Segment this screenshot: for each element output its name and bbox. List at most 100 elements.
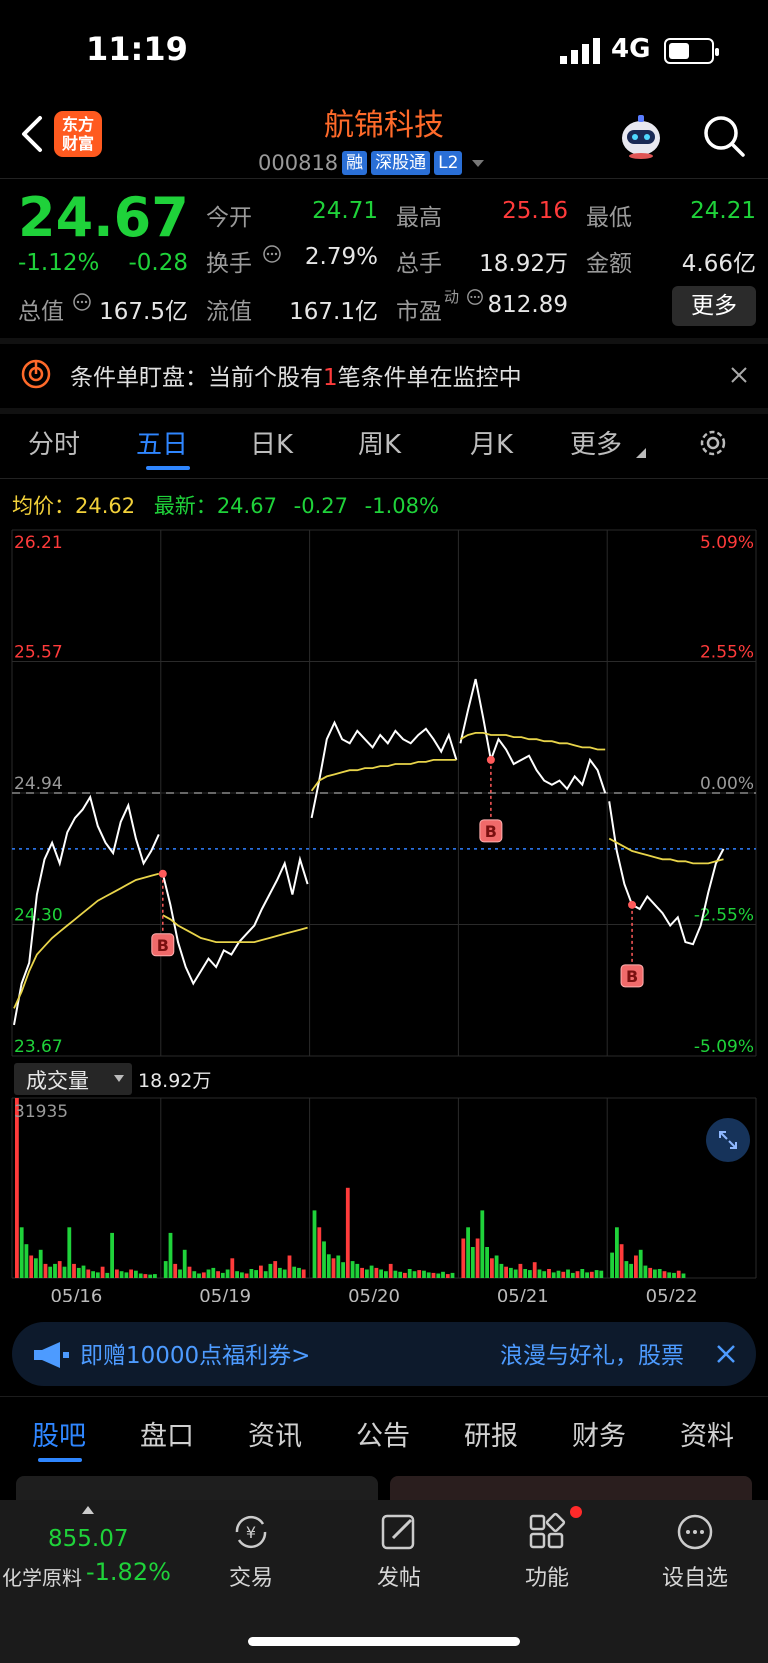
nav-trade[interactable]: ¥ 交易: [196, 1510, 306, 1592]
volume-bar: [268, 1263, 273, 1278]
volume-selector[interactable]: 成交量: [14, 1063, 132, 1095]
info-icon[interactable]: [262, 244, 282, 264]
close-icon[interactable]: [730, 366, 748, 384]
low-value: 24.21: [690, 198, 756, 224]
volume-bar: [182, 1249, 187, 1278]
network-label: 4G: [611, 34, 651, 64]
volume-bar: [422, 1270, 426, 1278]
index-value[interactable]: 855.07: [48, 1526, 128, 1552]
tab-daily-k[interactable]: 日K: [250, 424, 293, 461]
caret-icon: [636, 448, 646, 458]
tab-news[interactable]: 资讯: [248, 1414, 302, 1453]
alert-suffix: 笔条件单在监控中: [337, 365, 522, 391]
volume-bar: [570, 1272, 575, 1278]
volume-bar: [15, 1098, 19, 1278]
condition-alert-bar[interactable]: 条件单盯盘：当前个股有1笔条件单在监控中: [0, 344, 768, 408]
volume-bar: [24, 1244, 29, 1278]
divider: [0, 178, 768, 179]
avg-price-line: [162, 914, 308, 943]
caret-down-icon: [472, 159, 485, 167]
volume-bar: [480, 1210, 485, 1278]
five-day-chart[interactable]: 26.21 25.57 24.94 24.30 23.67 5.09% 2.55% 0.00%…: [0, 490, 768, 1302]
volume-bar: [105, 1272, 110, 1278]
tab-underline: [38, 1458, 82, 1462]
tab-intraday[interactable]: 分时: [28, 424, 80, 461]
volume-bar: [301, 1269, 306, 1278]
nav-watchlist-label: 设自选: [661, 1566, 728, 1591]
tab-weekly-k[interactable]: 周K: [358, 424, 401, 461]
volume-bar: [29, 1255, 34, 1278]
volume-bar: [297, 1267, 301, 1278]
more-button[interactable]: 更多: [672, 286, 756, 326]
tab-research[interactable]: 研报: [464, 1414, 518, 1453]
promo-banner[interactable]: 即赠10000点福利券> 浪漫与好礼，股票: [12, 1322, 756, 1386]
price-line: [161, 855, 309, 986]
nav-post[interactable]: 发帖: [344, 1510, 454, 1592]
volume-bar: [379, 1269, 383, 1278]
volume-bar: [360, 1267, 364, 1278]
day-tick-label: 05/22: [646, 1286, 698, 1302]
turnover-value: 2.79%: [304, 244, 378, 270]
tab-more[interactable]: 更多: [570, 424, 622, 461]
tab-financials[interactable]: 财务: [572, 1414, 626, 1453]
volume-bar: [317, 1227, 322, 1278]
volume-bar: [53, 1263, 57, 1278]
volume-bar: [34, 1258, 38, 1278]
volume-bar: [681, 1273, 686, 1278]
nav-functions[interactable]: 功能: [492, 1510, 602, 1592]
tab-order-book[interactable]: 盘口: [140, 1414, 194, 1453]
pct-tick-label: -5.09%: [694, 1037, 754, 1057]
volume-bar: [417, 1270, 422, 1278]
info-icon[interactable]: [72, 292, 92, 312]
volume-bar: [72, 1263, 76, 1278]
current-price: 24.67: [18, 186, 189, 249]
volume-bar: [513, 1269, 518, 1278]
nav-watchlist[interactable]: 设自选: [640, 1510, 750, 1592]
volume-bar: [575, 1271, 580, 1278]
volume-bar: [76, 1267, 81, 1278]
search-icon[interactable]: [702, 114, 746, 158]
float-value: 167.1亿: [289, 299, 378, 325]
target-icon: [21, 359, 51, 389]
notification-dot: [570, 1506, 582, 1518]
expand-icon: [719, 1131, 737, 1149]
volume-value: 18.92万: [479, 251, 568, 277]
pct-tick-label: 5.09%: [700, 533, 754, 553]
day-tick-label: 05/16: [50, 1286, 102, 1302]
volume-bar: [436, 1273, 441, 1278]
volume-bar: [230, 1258, 235, 1278]
volume-bar: [403, 1272, 407, 1278]
day-tick-label: 05/20: [348, 1286, 400, 1302]
tag-connect: 深股通: [371, 151, 431, 175]
index-name[interactable]: 化学原料: [2, 1562, 82, 1591]
volume-bar: [556, 1270, 561, 1278]
volume-bar: [259, 1265, 263, 1278]
buy-marker-label: B: [626, 967, 638, 986]
volume-bar: [95, 1272, 100, 1278]
stock-code-row[interactable]: 000818 融 深股通 L2: [258, 148, 485, 178]
volume-bar: [518, 1263, 523, 1278]
tag-level2: L2: [434, 151, 463, 175]
volume-bar: [67, 1227, 72, 1278]
index-pct[interactable]: -1.82%: [86, 1558, 171, 1586]
volume-bar: [148, 1274, 153, 1278]
volume-bar: [619, 1244, 624, 1278]
volume-bar: [585, 1272, 589, 1278]
gear-icon[interactable]: [696, 426, 730, 460]
tab-monthly-k[interactable]: 月K: [470, 424, 513, 461]
volume-bar: [653, 1269, 657, 1278]
expand-button[interactable]: [706, 1118, 750, 1162]
volume-bar: [615, 1227, 619, 1278]
volume-bar: [610, 1252, 614, 1278]
close-icon[interactable]: [716, 1344, 736, 1364]
pct-tick-label: 0.00%: [700, 774, 754, 794]
volume-bar: [624, 1261, 629, 1278]
volume-bar: [211, 1267, 216, 1278]
tab-five-day[interactable]: 五日: [136, 424, 188, 461]
tab-forum[interactable]: 股吧: [32, 1414, 86, 1453]
robot-assistant-icon[interactable]: [616, 112, 666, 160]
tab-announcements[interactable]: 公告: [356, 1414, 410, 1453]
banner-right-text: 浪漫与好礼，股票: [500, 1343, 684, 1369]
tab-profile[interactable]: 资料: [680, 1414, 734, 1453]
volume-bar: [322, 1241, 326, 1278]
